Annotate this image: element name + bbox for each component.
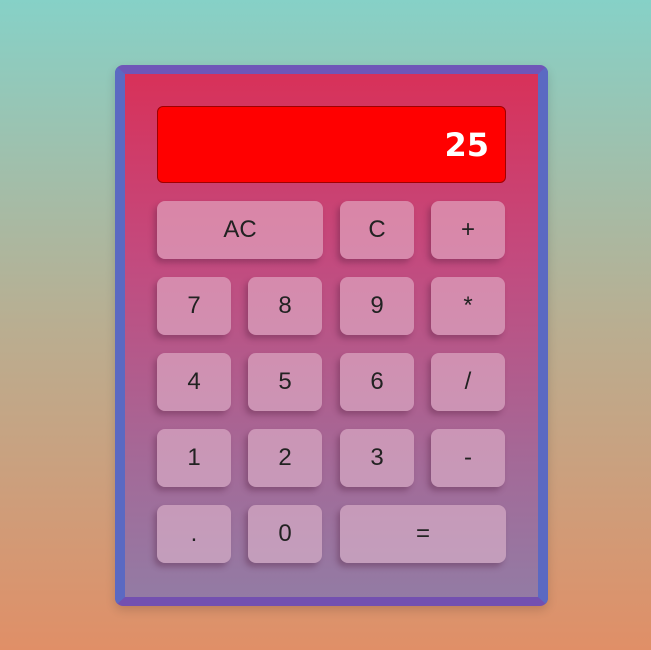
equals-button[interactable]: = [340, 505, 506, 563]
two-button[interactable]: 2 [248, 429, 322, 487]
clear-button[interactable]: C [340, 201, 414, 259]
four-button[interactable]: 4 [157, 353, 231, 411]
five-button[interactable]: 5 [248, 353, 322, 411]
all-clear-button[interactable]: AC [157, 201, 323, 259]
eight-button[interactable]: 8 [248, 277, 322, 335]
multiply-button[interactable]: * [431, 277, 505, 335]
zero-button[interactable]: 0 [248, 505, 322, 563]
divide-button[interactable]: / [431, 353, 505, 411]
calculator: 25 AC C + 7 8 9 * 4 5 6 / 1 2 3 - . 0 = [115, 65, 548, 606]
decimal-button[interactable]: . [157, 505, 231, 563]
display-screen: 25 [157, 106, 506, 183]
one-button[interactable]: 1 [157, 429, 231, 487]
six-button[interactable]: 6 [340, 353, 414, 411]
seven-button[interactable]: 7 [157, 277, 231, 335]
three-button[interactable]: 3 [340, 429, 414, 487]
plus-button[interactable]: + [431, 201, 505, 259]
nine-button[interactable]: 9 [340, 277, 414, 335]
minus-button[interactable]: - [431, 429, 505, 487]
